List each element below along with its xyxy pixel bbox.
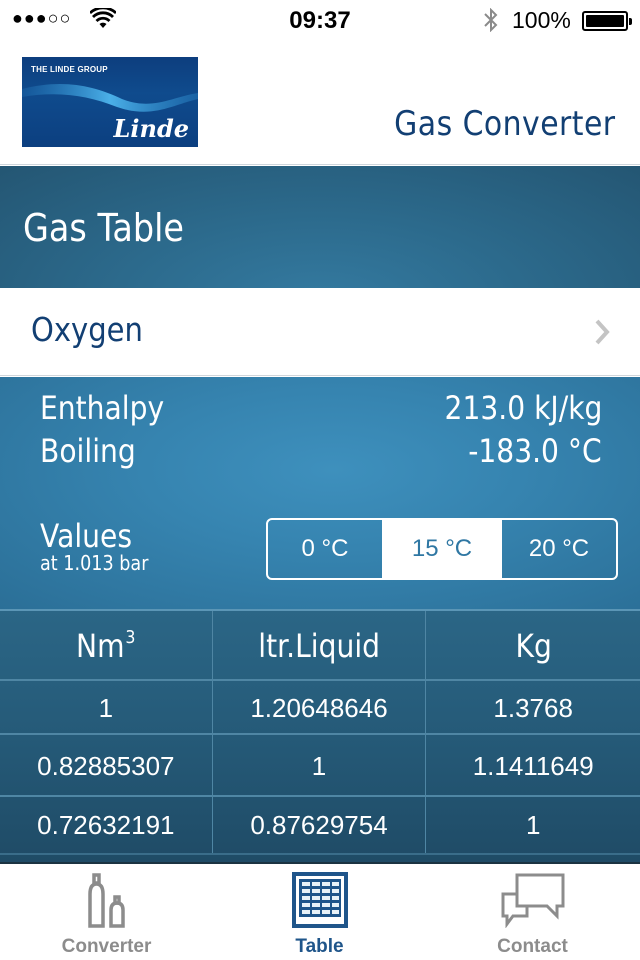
table-row: 1 1.20648646 1.3768 [0, 679, 640, 735]
values-label: Values at 1.013 bar [40, 517, 163, 575]
selected-gas: Oxygen [31, 310, 143, 349]
tab-table[interactable]: Table [213, 864, 426, 960]
bluetooth-icon [484, 8, 498, 32]
conversion-table: Nm3 ltr.Liquid Kg 1 1.20648646 1.3768 0.… [0, 609, 640, 862]
property-label: Enthalpy [40, 389, 165, 427]
battery-percent: 100% [512, 7, 571, 33]
property-enthalpy: Enthalpy 213.0 kJ/kg [40, 389, 602, 433]
table-cell: 1 [0, 681, 213, 735]
app-header: THE LINDE GROUP Linde Gas Converter [0, 40, 640, 165]
logo-brand-text: Linde [113, 114, 190, 143]
status-bar: ●●●○○ 09:37 100% [0, 0, 640, 40]
table-header-row: Nm3 ltr.Liquid Kg [0, 609, 640, 681]
tab-bar: Converter Table Contact [0, 862, 640, 960]
linde-logo: THE LINDE GROUP Linde [22, 57, 198, 147]
tab-label: Converter [61, 936, 152, 957]
segment-20c[interactable]: 20 °C [502, 520, 616, 578]
column-header-kg: Kg [426, 611, 640, 681]
logo-group-text: THE LINDE GROUP [31, 65, 108, 74]
column-header-label: ltr.Liquid [258, 627, 380, 665]
property-boiling: Boiling -183.0 °C [40, 432, 602, 476]
tab-converter[interactable]: Converter [0, 864, 213, 960]
table-cell: 1 [525, 809, 541, 840]
column-header-label: Nm [76, 627, 125, 665]
property-value: 213.0 kJ/kg [444, 389, 602, 427]
page-title: Gas Table [23, 206, 184, 250]
table-icon [291, 872, 348, 928]
section-header: Gas Table [0, 166, 640, 288]
property-value: -183.0 °C [468, 432, 602, 470]
table-cell: 0.82885307 [0, 735, 213, 797]
table-cell: 1.3768 [493, 692, 573, 723]
chevron-right-icon [595, 319, 610, 345]
values-title: Values [40, 517, 133, 555]
temperature-segmented-control[interactable]: 0 °C 15 °C 20 °C [266, 518, 618, 580]
gas-selector[interactable]: Oxygen [0, 288, 640, 376]
column-header-label: Kg [515, 627, 552, 665]
table-cell: 1.1411649 [472, 750, 594, 781]
table-cell: 0.87629754 [213, 797, 427, 853]
tab-label: Contact [497, 936, 568, 957]
column-header-nm3: Nm3 [0, 611, 213, 681]
gas-properties-panel: Enthalpy 213.0 kJ/kg Boiling -183.0 °C V… [0, 377, 640, 609]
table-cell: 1.20648646 [213, 681, 427, 735]
table-cell: 1 [213, 735, 427, 797]
logo-swoosh [22, 84, 198, 112]
table-row: 0.72632191 0.87629754 1 [0, 795, 640, 855]
chat-bubbles-icon [501, 873, 564, 928]
segment-15c[interactable]: 15 °C [382, 520, 502, 578]
column-header-liquid: ltr.Liquid [213, 611, 427, 681]
tab-label: Table [295, 936, 344, 957]
column-header-superscript: 3 [125, 627, 136, 648]
segment-0c[interactable]: 0 °C [268, 520, 382, 578]
battery-icon [582, 11, 632, 31]
values-subtitle: at 1.013 bar [40, 551, 149, 575]
gas-cylinders-icon [87, 873, 125, 928]
table-cell: 0.72632191 [0, 797, 213, 853]
table-row: 0.82885307 1 1.1411649 [0, 733, 640, 797]
tab-contact[interactable]: Contact [426, 864, 639, 960]
app-title: Gas Converter [394, 104, 616, 144]
property-label: Boiling [40, 432, 136, 470]
